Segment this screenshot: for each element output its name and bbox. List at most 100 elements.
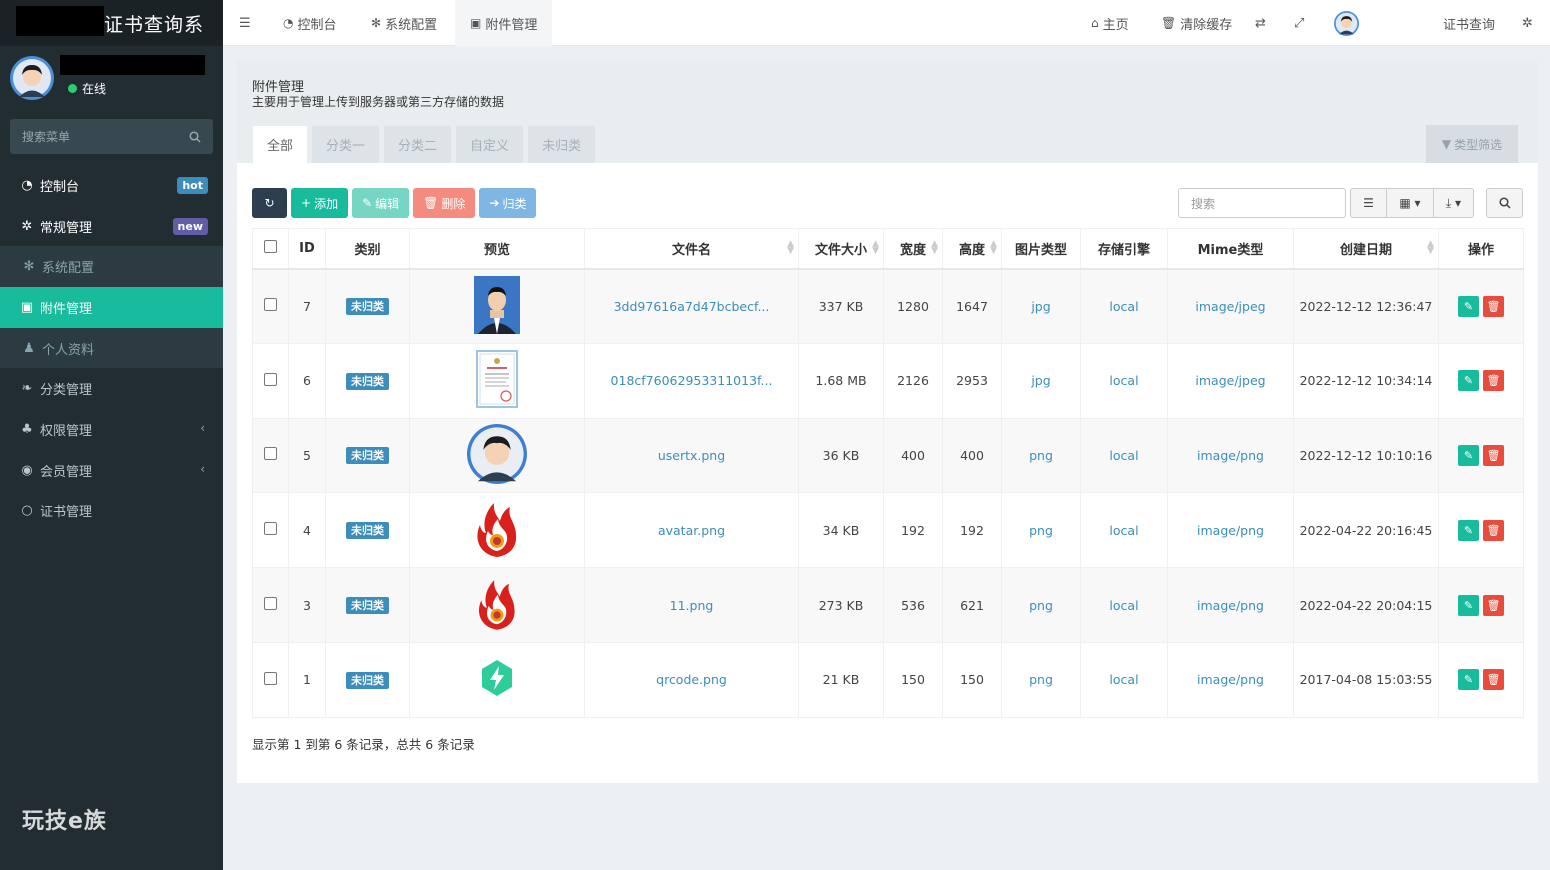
row-checkbox[interactable] [264,372,277,386]
mime-link[interactable]: image/jpeg [1195,373,1265,388]
sidebar-search[interactable]: 搜索菜单 [10,119,213,154]
table-row[interactable]: 5 未归类 usertx.png 36 KB 400 400 png local image/p… [252,417,1524,494]
image-type-link[interactable]: png [1029,672,1053,687]
image-type-link[interactable]: png [1029,523,1053,538]
add-button[interactable]: + 添加 [291,188,349,218]
tab-custom[interactable]: 自定义 [456,126,524,163]
storage-link[interactable]: local [1109,299,1138,314]
table-row[interactable]: 7 未归类 3dd97616a7d47bcbecf... 337 KB 1280 1647… [252,268,1524,344]
row-edit-button[interactable]: ✎ [1458,519,1479,541]
tab-all[interactable]: 全部 [253,126,308,163]
image-type-link[interactable]: png [1029,598,1053,613]
logo-bar[interactable]: 证书查询系 [0,0,223,46]
tab-uncategorized[interactable]: 未归类 [528,126,596,163]
col-created[interactable]: 创建日期 ▲ ▼ [1293,228,1439,270]
image-type-link[interactable]: png [1029,448,1053,463]
sidebar-item-system-config[interactable]: ✻ 系统配置 [0,246,223,288]
header-avatar[interactable] [1334,0,1359,46]
sidebar-item-category[interactable]: ❧ 分类管理 [0,368,223,409]
row-delete-button[interactable]: 🗑 [1483,519,1504,541]
sidebar-item-member[interactable]: ◉ 会员管理 ‹ [0,450,223,491]
row-edit-button[interactable]: ✎ [1458,669,1479,691]
sidebar-item-general[interactable]: ✲ 常规管理 new [0,206,223,247]
certificate-image[interactable] [476,350,518,411]
language-button[interactable]: ⇄ [1255,0,1266,46]
sidebar-item-permission[interactable]: ♣ 权限管理 ‹ [0,409,223,450]
col-id[interactable]: ID [288,228,326,270]
row-edit-button[interactable]: ✎ [1458,370,1479,392]
portrait-photo[interactable] [474,275,520,337]
mime-link[interactable]: image/png [1197,672,1264,687]
storage-link[interactable]: local [1109,448,1138,463]
select-all-checkbox[interactable] [264,239,277,253]
row-delete-button[interactable]: 🗑 [1483,444,1504,466]
storage-link[interactable]: local [1109,598,1138,613]
row-edit-button[interactable]: ✎ [1458,444,1479,466]
filename-link[interactable]: qrcode.png [656,672,727,687]
toggle-view-button[interactable]: ☰ [1350,188,1387,218]
clear-cache-button[interactable]: 🗑 清除缓存 [1161,0,1232,46]
storage-link[interactable]: local [1109,373,1138,388]
row-delete-button[interactable]: 🗑 [1483,594,1504,616]
filename-link[interactable]: 018cf76062953311013f... [611,373,773,388]
table-row[interactable]: 4 未归类 avatar.png 34 KB 192 192 png local image/p… [252,492,1524,569]
row-edit-button[interactable]: ✎ [1458,295,1479,317]
filename-link[interactable]: 11.png [670,598,714,613]
image-type-link[interactable]: jpg [1031,299,1050,314]
fullscreen-button[interactable]: ⤢ [1294,0,1304,46]
row-delete-button[interactable]: 🗑 [1483,370,1504,392]
row-checkbox[interactable] [264,447,277,461]
row-delete-button[interactable]: 🗑 [1483,295,1504,317]
row-edit-button[interactable]: ✎ [1458,594,1479,616]
tab-system-config[interactable]: ✻ 系统配置 [371,0,437,46]
home-link[interactable]: ⌂ 主页 [1091,0,1129,46]
sidebar-item-certificate[interactable]: ○ 证书管理 [0,491,223,532]
search-icon[interactable] [189,130,201,143]
avatar-image[interactable] [467,423,527,487]
col-filesize[interactable]: 文件大小 ▲ ▼ [798,228,884,270]
settings-button[interactable]: ✲ [1522,0,1533,46]
table-search-input[interactable]: 搜索 [1178,188,1346,218]
filename-link[interactable]: usertx.png [658,448,725,463]
storage-link[interactable]: local [1109,672,1138,687]
user-avatar[interactable] [10,56,54,103]
sidebar-item-dashboard[interactable]: ◔ 控制台 hot [0,165,223,206]
row-checkbox[interactable] [264,522,277,536]
image-type-link[interactable]: jpg [1031,373,1050,388]
tab-attachment[interactable]: ▣ 附件管理 [455,0,553,46]
mime-link[interactable]: image/png [1197,523,1264,538]
advanced-search-button[interactable] [1486,188,1523,218]
flame-logo-small[interactable] [474,576,520,635]
table-row[interactable]: 6 未归类 018cf76062953311013f... 1.68 MB 2126 29… [252,342,1524,419]
tab-category-1[interactable]: 分类一 [312,126,380,163]
row-delete-button[interactable]: 🗑 [1483,669,1504,691]
row-checkbox[interactable] [264,597,277,611]
mime-link[interactable]: image/png [1197,448,1264,463]
table-row[interactable]: 1 未归类 qrcode.png 21 KB 150 150 png local image/p… [252,641,1524,718]
col-width[interactable]: 宽度 ▲ ▼ [883,228,943,270]
edit-button[interactable]: ✎ 编辑 [352,188,410,218]
export-button[interactable]: ⤓ ▾ [1434,188,1474,218]
sidebar-item-profile[interactable]: ♟ 个人资料 [0,327,223,369]
type-filter-button[interactable]: ▼ 类型筛选 [1426,125,1518,163]
menu-toggle-button[interactable]: ☰ [239,0,251,46]
table-row[interactable]: 3 未归类 11.png 273 KB 536 621 png local image/png 2… [252,567,1524,643]
columns-button[interactable]: ▦ ▾ [1387,188,1434,218]
col-filename[interactable]: 文件名 ▲ ▼ [584,228,799,270]
filename-link[interactable]: 3dd97616a7d47bcbecf... [614,299,770,314]
storage-link[interactable]: local [1109,523,1138,538]
col-height[interactable]: 高度 ▲ ▼ [942,228,1002,270]
row-checkbox[interactable] [264,298,277,312]
bolt-icon[interactable] [480,659,514,700]
mime-link[interactable]: image/png [1197,598,1264,613]
row-checkbox[interactable] [264,671,277,685]
tab-dashboard[interactable]: ◔ 控制台 [283,0,337,46]
certificate-query-link[interactable]: 证书查询 [1443,0,1495,46]
refresh-button[interactable]: ↻ [252,188,287,218]
sidebar-item-attachment[interactable]: ▣ 附件管理 [0,287,223,328]
mime-link[interactable]: image/jpeg [1195,299,1265,314]
classify-button[interactable]: ➔ 归类 [479,188,537,218]
delete-button[interactable]: 🗑 删除 [413,188,476,218]
flame-logo[interactable] [472,499,522,562]
tab-category-2[interactable]: 分类二 [384,126,452,163]
